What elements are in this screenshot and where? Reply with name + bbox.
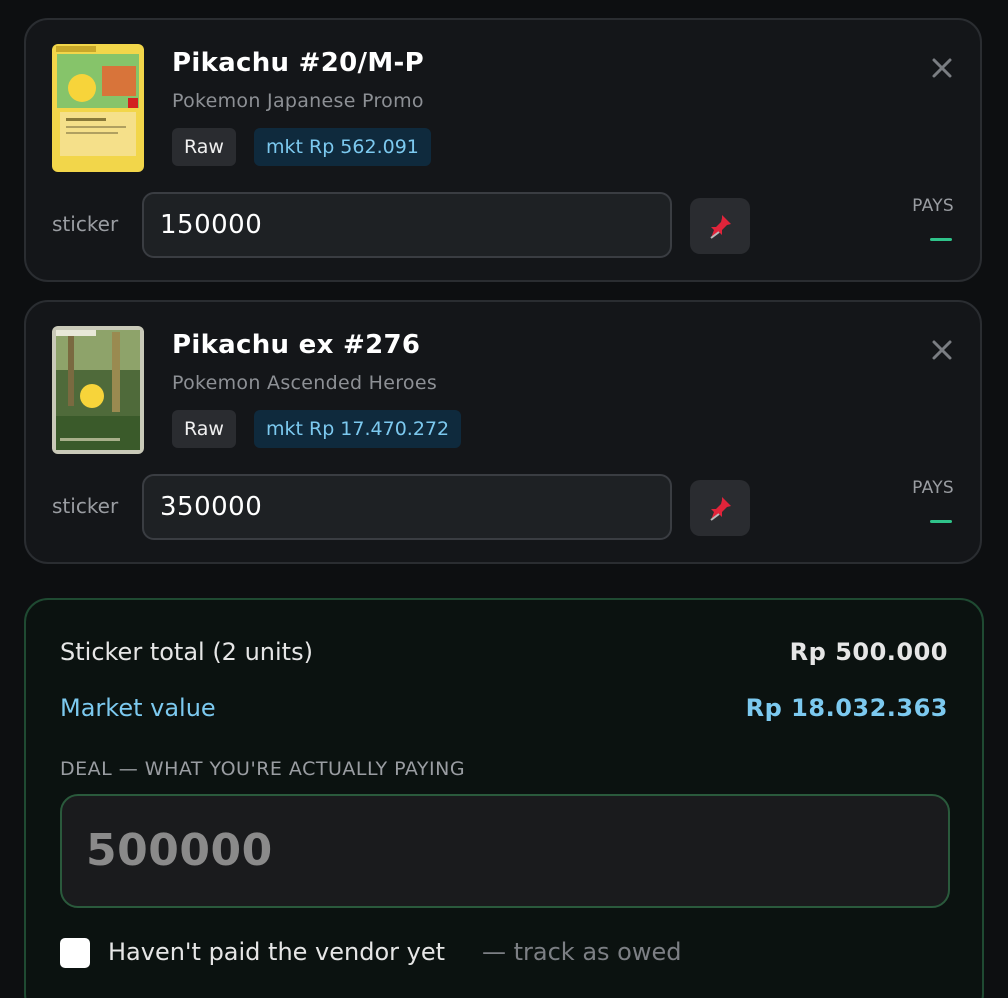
market-value-label: Market value [60,694,216,722]
deal-amount-input[interactable]: 500000 [60,794,950,908]
card-set-name: Pokemon Japanese Promo [172,90,424,112]
deal-heading: DEAL — WHAT YOU'RE ACTUALLY PAYING [60,758,466,780]
grade-badge: Raw [172,128,236,166]
pays-label: PAYS [912,196,954,216]
market-value-value: Rp 18.032.363 [745,694,948,722]
sticker-label: sticker [52,494,119,518]
pin-button[interactable] [690,198,750,254]
card-thumbnail [52,44,144,172]
pays-value-empty [930,238,952,241]
card-thumbnail [52,326,144,454]
deal-builder-page: Pikachu #20/M-P Pokemon Japanese Promo R… [0,0,1008,998]
market-price-badge: mkt Rp 562.091 [254,128,431,166]
sticker-price-input[interactable]: 350000 [142,474,672,540]
sticker-total-value: Rp 500.000 [789,638,948,666]
card-title: Pikachu #20/M-P [172,48,424,78]
grade-badge: Raw [172,410,236,448]
owed-hint: — track as owed [482,938,682,966]
close-icon [932,58,952,78]
card-item-1: Pikachu #20/M-P Pokemon Japanese Promo R… [24,18,982,282]
pushpin-icon [710,497,731,521]
pays-label: PAYS [912,478,954,498]
pin-button[interactable] [690,480,750,536]
sticker-label: sticker [52,212,119,236]
deal-summary-panel: Sticker total (2 units) Rp 500.000 Marke… [24,598,984,998]
card-title: Pikachu ex #276 [172,330,421,360]
pushpin-icon [710,215,731,239]
pays-value-empty [930,520,952,523]
card-item-2: Pikachu ex #276 Pokemon Ascended Heroes … [24,300,982,564]
remove-card-button[interactable] [930,56,954,80]
market-price-badge: mkt Rp 17.470.272 [254,410,462,448]
sticker-total-label: Sticker total (2 units) [60,638,313,666]
owed-checkbox-label[interactable]: Haven't paid the vendor yet [108,938,445,966]
card-set-name: Pokemon Ascended Heroes [172,372,438,394]
close-icon [932,340,952,360]
owed-checkbox[interactable] [60,938,90,968]
sticker-price-input[interactable]: 150000 [142,192,672,258]
remove-card-button[interactable] [930,338,954,362]
